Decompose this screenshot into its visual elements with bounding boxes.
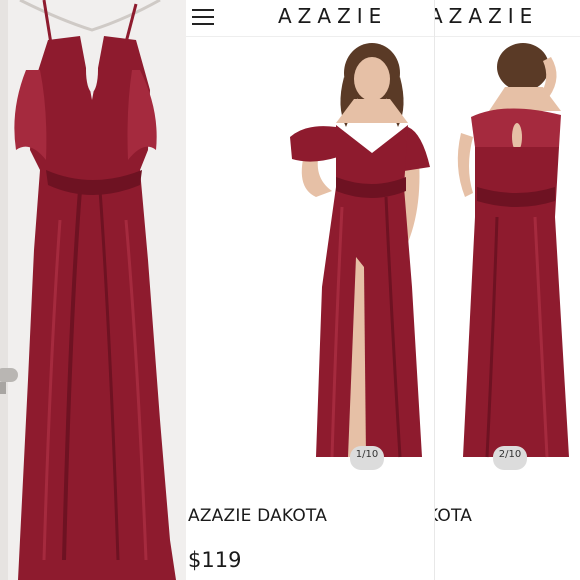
model-front-image xyxy=(290,43,430,458)
product-price: $119 xyxy=(188,548,242,572)
hanging-dress-image xyxy=(14,0,176,580)
product-name: AZAZIE DAKOTA xyxy=(188,506,328,526)
model-back-image xyxy=(457,43,569,458)
brand-logo-cropped[interactable]: AZAZIE xyxy=(435,4,538,28)
image-counter-badge[interactable]: 1/10 xyxy=(350,446,384,470)
product-image-front[interactable] xyxy=(186,37,434,477)
product-screen-back: AZAZIE 2/10 KOTA xyxy=(434,0,580,580)
product-name-cropped: KOTA xyxy=(435,506,473,526)
hamburger-menu-icon[interactable] xyxy=(192,9,214,25)
image-counter-badge[interactable]: 2/10 xyxy=(493,446,527,470)
left-dress-photo xyxy=(0,0,186,580)
product-screen-front: AZAZIE 1/10 AZAZIE DAKOTA $119 xyxy=(186,0,434,580)
brand-logo[interactable]: AZAZIE xyxy=(278,4,387,28)
product-image-back[interactable] xyxy=(435,37,580,477)
